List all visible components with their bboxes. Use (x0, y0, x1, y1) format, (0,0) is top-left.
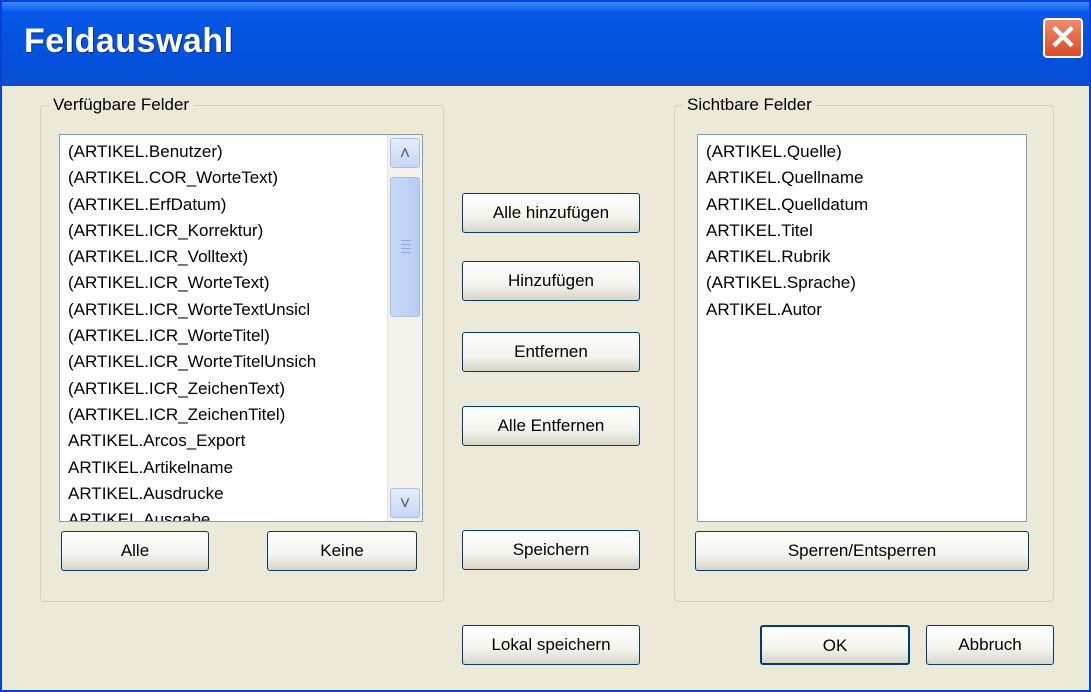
grip-line (401, 252, 411, 253)
remove-all-button[interactable]: Alle Entfernen (462, 406, 640, 446)
save-local-button[interactable]: Lokal speichern (462, 625, 640, 665)
save-button[interactable]: Speichern (462, 530, 640, 570)
select-none-button[interactable]: Keine (267, 531, 417, 571)
lock-unlock-label: Sperren/Entsperren (787, 541, 937, 560)
list-item[interactable]: (ARTIKEL.Quelle) (698, 139, 1026, 165)
remove-label: Entfernen (514, 342, 588, 361)
list-item[interactable]: (ARTIKEL.Benutzer) (60, 139, 422, 165)
select-none-label: Keine (320, 541, 364, 560)
save-label: Speichern (512, 540, 590, 559)
list-item[interactable]: ARTIKEL.Ausdrucke (60, 481, 422, 507)
visible-fields-group: Sichtbare Felder (ARTIKEL.Quelle) ARTIKEL… (674, 95, 1054, 602)
dialog-window: Feldauswahl ✕ Verfügbare Felder (ARTIKEL… (0, 0, 1091, 692)
add-all-button[interactable]: Alle hinzufügen (462, 193, 640, 233)
lock-unlock-button[interactable]: Sperren/Entsperren (695, 531, 1029, 571)
list-item[interactable]: ARTIKEL.Quellname (698, 165, 1026, 191)
list-item[interactable]: (ARTIKEL.ICR_WorteTitel) (60, 323, 422, 349)
cancel-button[interactable]: Abbruch (926, 625, 1054, 665)
scroll-thumb[interactable] (390, 177, 420, 317)
add-all-label: Alle hinzufügen (492, 203, 610, 222)
list-item[interactable]: ARTIKEL.Ausgabe (60, 507, 422, 521)
close-icon: ✕ (1048, 19, 1078, 57)
chevron-down-icon: ˅ (399, 493, 411, 513)
title-bar[interactable]: Feldauswahl ✕ (2, 2, 1089, 86)
list-item[interactable]: (ARTIKEL.Sprache) (698, 270, 1026, 296)
available-fields-scrollbar[interactable]: ˄ ˅ (387, 135, 422, 521)
select-all-button[interactable]: Alle (61, 531, 209, 571)
list-item[interactable]: (ARTIKEL.ICR_Volltext) (60, 244, 422, 270)
scroll-up-button[interactable]: ˄ (390, 138, 420, 168)
list-item[interactable]: ARTIKEL.Quelldatum (698, 192, 1026, 218)
list-item[interactable]: (ARTIKEL.ICR_WorteText) (60, 270, 422, 296)
list-item[interactable]: ARTIKEL.Rubrik (698, 244, 1026, 270)
list-item[interactable]: (ARTIKEL.ICR_WorteTextUnsicl (60, 297, 422, 323)
ok-label: OK (822, 636, 848, 655)
list-item[interactable]: (ARTIKEL.ICR_WorteTitelUnsich (60, 349, 422, 375)
list-item[interactable]: (ARTIKEL.ICR_ZeichenTitel) (60, 402, 422, 428)
available-fields-list[interactable]: (ARTIKEL.Benutzer) (ARTIKEL.COR_WorteText… (59, 134, 423, 522)
list-item[interactable]: (ARTIKEL.COR_WorteText) (60, 165, 422, 191)
remove-button[interactable]: Entfernen (462, 332, 640, 372)
available-fields-group: Verfügbare Felder (ARTIKEL.Benutzer) (ART… (40, 95, 444, 602)
list-item[interactable]: (ARTIKEL.ErfDatum) (60, 192, 422, 218)
add-button[interactable]: Hinzufügen (462, 261, 640, 301)
dialog-title: Feldauswahl (24, 22, 234, 60)
list-item[interactable]: ARTIKEL.Titel (698, 218, 1026, 244)
grip-line (401, 248, 411, 249)
remove-all-label: Alle Entfernen (497, 416, 605, 435)
list-item[interactable]: ARTIKEL.Artikelname (60, 455, 422, 481)
chevron-up-icon: ˄ (399, 143, 411, 163)
add-label: Hinzufügen (507, 271, 594, 290)
list-item[interactable]: ARTIKEL.Arcos_Export (60, 428, 422, 454)
grip-line (401, 244, 411, 245)
visible-fields-legend: Sichtbare Felder (683, 95, 816, 115)
cancel-label: Abbruch (958, 635, 1022, 654)
grip-line (401, 240, 411, 241)
ok-button[interactable]: OK (760, 625, 910, 665)
available-fields-legend: Verfügbare Felder (49, 95, 194, 115)
list-item[interactable]: (ARTIKEL.ICR_ZeichenText) (60, 376, 422, 402)
visible-fields-list[interactable]: (ARTIKEL.Quelle) ARTIKEL.Quellname ARTIKEL… (697, 134, 1027, 522)
save-local-label: Lokal speichern (491, 635, 611, 654)
list-item[interactable]: (ARTIKEL.ICR_Korrektur) (60, 218, 422, 244)
scroll-down-button[interactable]: ˅ (390, 488, 420, 518)
select-all-label: Alle (120, 541, 150, 560)
close-button[interactable]: ✕ (1043, 18, 1083, 58)
list-item[interactable]: ARTIKEL.Autor (698, 297, 1026, 323)
